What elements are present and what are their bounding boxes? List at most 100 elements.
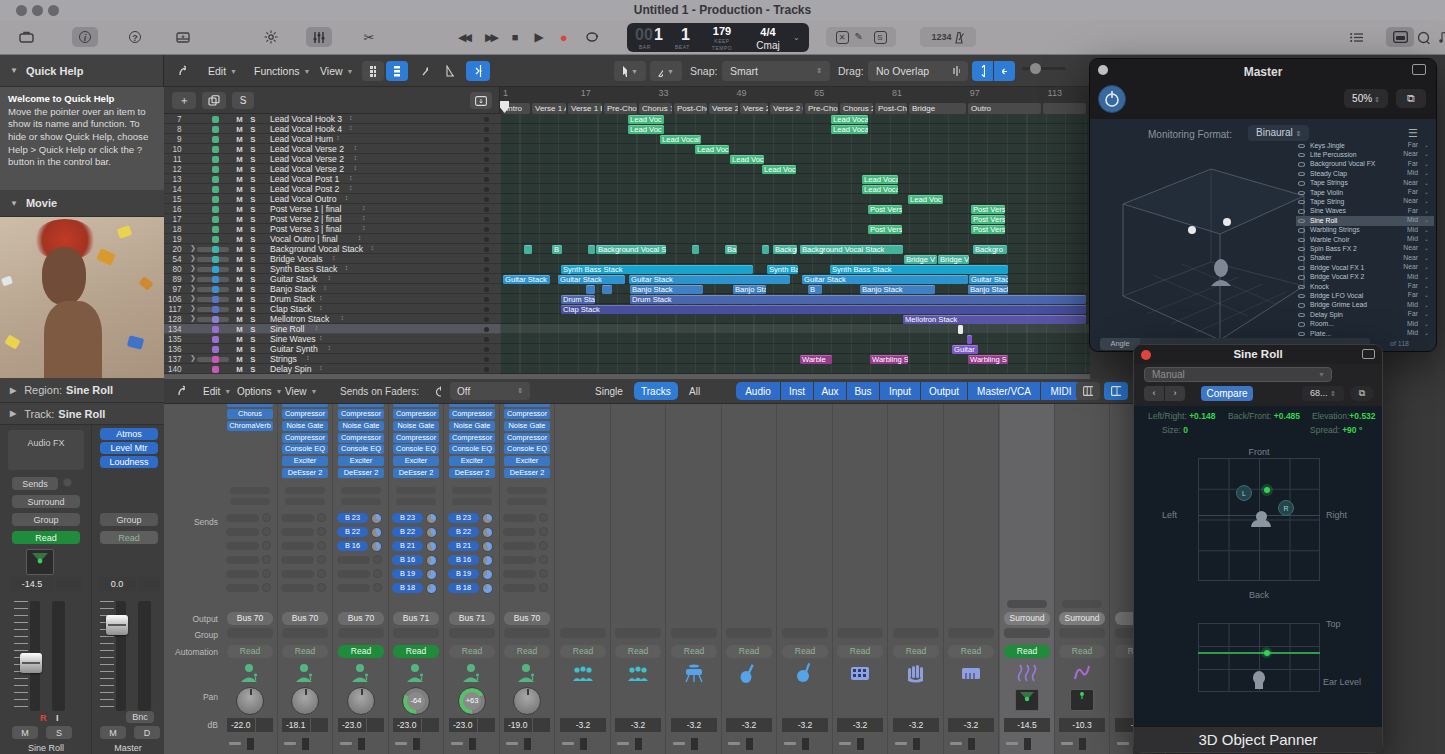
mixer-filter-Bus[interactable]: Bus: [847, 382, 879, 400]
solo-button[interactable]: S: [250, 195, 255, 204]
arrange-area[interactable]: Lead VocLead VocaLead VocLead VocaLead V…: [500, 114, 1090, 374]
channel-strip-7[interactable]: Read-3.2: [611, 404, 666, 754]
record-enable-dot[interactable]: [484, 317, 489, 322]
record-enable-dot[interactable]: [484, 337, 489, 342]
region-clip[interactable]: [692, 245, 699, 254]
track-updown-icon[interactable]: ↕: [349, 124, 353, 131]
mixer-filter-Output[interactable]: Output: [921, 382, 967, 400]
record-enable-dot[interactable]: [484, 147, 489, 152]
region-Post Vers[interactable]: Post Vers: [971, 225, 1005, 234]
solo-button[interactable]: S: [250, 355, 255, 364]
record-enable-dot[interactable]: [484, 357, 489, 362]
object-row-Tape Strings[interactable]: Tape StringsNear⌄: [1296, 179, 1434, 188]
master-read[interactable]: Read: [100, 531, 158, 544]
region-Bridge V[interactable]: Bridge V: [938, 255, 969, 264]
track-updown-icon[interactable]: ↕: [349, 184, 353, 191]
mute-button[interactable]: M: [236, 295, 242, 304]
master-plugin-Atmos[interactable]: Atmos: [100, 428, 158, 440]
region-Post Vers[interactable]: Post Vers: [971, 205, 1005, 214]
record-enable-dot[interactable]: [484, 197, 489, 202]
db-value[interactable]: -3.2: [837, 718, 883, 732]
metronome-icon[interactable]: [952, 31, 965, 44]
db-value[interactable]: -3.2: [671, 718, 717, 732]
chevron-icon[interactable]: ⌄: [1424, 216, 1429, 223]
track-row-18[interactable]: 18MSPost Verse 3 | final↕: [164, 224, 500, 234]
record-enable-dot[interactable]: [484, 137, 489, 142]
send-slot[interactable]: B 22: [448, 527, 479, 537]
pan-knob[interactable]: [347, 687, 375, 715]
mute-button[interactable]: M: [236, 245, 242, 254]
region-Lead Voc[interactable]: Lead Voc: [730, 155, 764, 164]
region-Background Vocal S[interactable]: Background Vocal S: [596, 245, 666, 254]
region-Lead Vocal[interactable]: Lead Vocal: [862, 185, 898, 194]
record-enable-dot[interactable]: [484, 257, 489, 262]
mute-button[interactable]: M: [236, 365, 242, 374]
wide-view-icon[interactable]: [1104, 382, 1128, 400]
chevron-icon[interactable]: ⌄: [1424, 226, 1429, 233]
solo-button[interactable]: S: [250, 255, 255, 264]
group-slot[interactable]: [726, 628, 772, 638]
master-volume-value[interactable]: 0.0: [98, 577, 136, 591]
region-Guitar Stac[interactable]: Guitar Stac: [969, 275, 1008, 284]
solo-button[interactable]: S: [250, 285, 255, 294]
track-row-97[interactable]: 97❯MSBanjo Stack↕: [164, 284, 500, 294]
region-Lead Voca[interactable]: Lead Voca: [831, 115, 868, 124]
pencil-icon[interactable]: ✎: [855, 31, 868, 44]
send-slot[interactable]: B 19: [448, 569, 479, 579]
track-row-15[interactable]: 15MSLead Vocal Outro↕: [164, 194, 500, 204]
chevron-icon[interactable]: ⌄: [1424, 273, 1429, 280]
waveform-zoom-icon[interactable]: [944, 61, 968, 81]
solo-button[interactable]: S: [250, 225, 255, 234]
track-updown-icon[interactable]: ↕: [353, 164, 357, 171]
functions-menu[interactable]: Functions▼: [246, 61, 318, 81]
output-bus[interactable]: Bus 70: [282, 612, 328, 625]
group-slot[interactable]: [1059, 628, 1105, 638]
region-Drum Sta[interactable]: Drum Sta: [561, 295, 595, 304]
chevron-icon[interactable]: ⌄: [1424, 235, 1429, 242]
object-row-Keys Jingle[interactable]: Keys JingleFar⌄: [1296, 141, 1434, 150]
track-row-17[interactable]: 17MSPost Verse 2 | final↕: [164, 214, 500, 224]
mute-button[interactable]: M: [236, 285, 242, 294]
track-header[interactable]: ▶Track:Sine Roll: [0, 403, 164, 425]
plugin-slot[interactable]: Noise Gate: [338, 421, 384, 431]
object-distance[interactable]: Near: [1392, 150, 1418, 157]
db-value[interactable]: -23.0: [393, 718, 439, 732]
object-distance[interactable]: Near: [1392, 179, 1418, 186]
pan-knob[interactable]: +63: [458, 687, 486, 715]
track-row-20[interactable]: 20❯MSBackground Vocal Stack↕: [164, 244, 500, 254]
toolbox-icon[interactable]: [14, 27, 38, 47]
track-updown-icon[interactable]: ↕: [328, 344, 332, 351]
automation-read-button[interactable]: Read: [782, 645, 828, 658]
rewind-button[interactable]: ◀◀: [458, 31, 469, 44]
send-slot[interactable]: B 21: [448, 541, 479, 551]
region-Guitar[interactable]: Guitar: [952, 345, 978, 354]
chevron-icon[interactable]: ⌄: [1424, 310, 1429, 317]
region-Background Vocal Stack[interactable]: Background Vocal Stack: [800, 245, 903, 254]
mixer-filter-Master/VCA[interactable]: Master/VCA: [968, 382, 1040, 400]
solo-button[interactable]: S: [250, 305, 255, 314]
track-updown-icon[interactable]: ↕: [362, 214, 366, 221]
send-slot[interactable]: B 21: [392, 541, 423, 551]
automation-read-button[interactable]: Read: [1004, 645, 1050, 658]
mixer-catch-icon[interactable]: [170, 382, 192, 400]
mute-button[interactable]: M: [236, 185, 242, 194]
bar-ruler[interactable]: 1173349658197113IntroVerse 1 AVerse 1 BP…: [500, 87, 1090, 114]
chevron-icon[interactable]: ⌄: [1424, 301, 1429, 308]
automation-read-button[interactable]: Read: [948, 645, 994, 658]
spread-value[interactable]: +90 °: [1342, 425, 1362, 435]
size-value[interactable]: 0: [1183, 425, 1188, 435]
power-icon[interactable]: [428, 382, 448, 400]
track-updown-icon[interactable]: ↕: [328, 274, 332, 281]
mute-button[interactable]: M: [236, 205, 242, 214]
plugin-slot[interactable]: Console EQ: [338, 444, 384, 454]
stop-button[interactable]: ■: [512, 31, 519, 43]
mute-button[interactable]: M: [236, 275, 242, 284]
eye-icon[interactable]: [1298, 256, 1305, 261]
record-enable-dot[interactable]: [484, 217, 489, 222]
marker-Post-Cho[interactable]: Post-Cho: [674, 103, 707, 114]
track-row-117[interactable]: 117❯MSClap Stack↕: [164, 304, 500, 314]
db-value[interactable]: -3.2: [782, 718, 828, 732]
object-distance[interactable]: Far: [1392, 291, 1418, 298]
fader-handle[interactable]: [20, 653, 42, 673]
object-distance[interactable]: Far: [1392, 188, 1418, 195]
